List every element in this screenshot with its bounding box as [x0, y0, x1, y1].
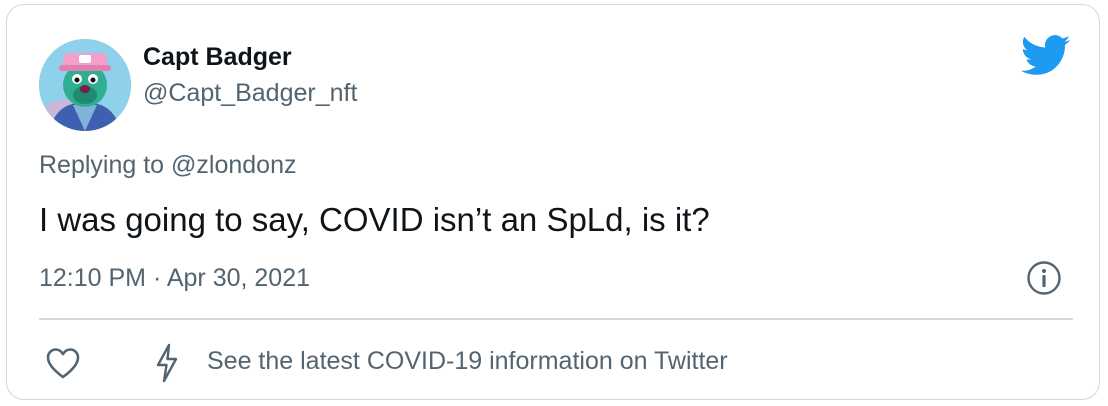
heart-icon[interactable] [45, 346, 81, 380]
replying-to: Replying to @zlondonz [39, 151, 296, 180]
info-icon[interactable] [1026, 260, 1062, 296]
replying-prefix: Replying to [39, 151, 172, 179]
author-handle[interactable]: @Capt_Badger_nft [143, 79, 357, 108]
tweet-card[interactable]: Capt Badger @Capt_Badger_nft Replying to… [6, 4, 1100, 400]
covid-info-link[interactable]: See the latest COVID-19 information on T… [207, 347, 728, 376]
twitter-bird-icon[interactable] [1021, 35, 1071, 77]
tweet-timestamp[interactable]: 12:10 PM · Apr 30, 2021 [39, 264, 310, 293]
tweet-text: I was going to say, COVID isn’t an SpLd,… [39, 201, 710, 238]
avatar[interactable] [39, 39, 131, 131]
divider [39, 318, 1073, 320]
replying-mention-link[interactable]: @zlondonz [171, 151, 296, 179]
author-name[interactable]: Capt Badger [143, 43, 292, 72]
badger-avatar-image [39, 39, 131, 131]
lightning-bolt-icon[interactable] [153, 343, 181, 383]
